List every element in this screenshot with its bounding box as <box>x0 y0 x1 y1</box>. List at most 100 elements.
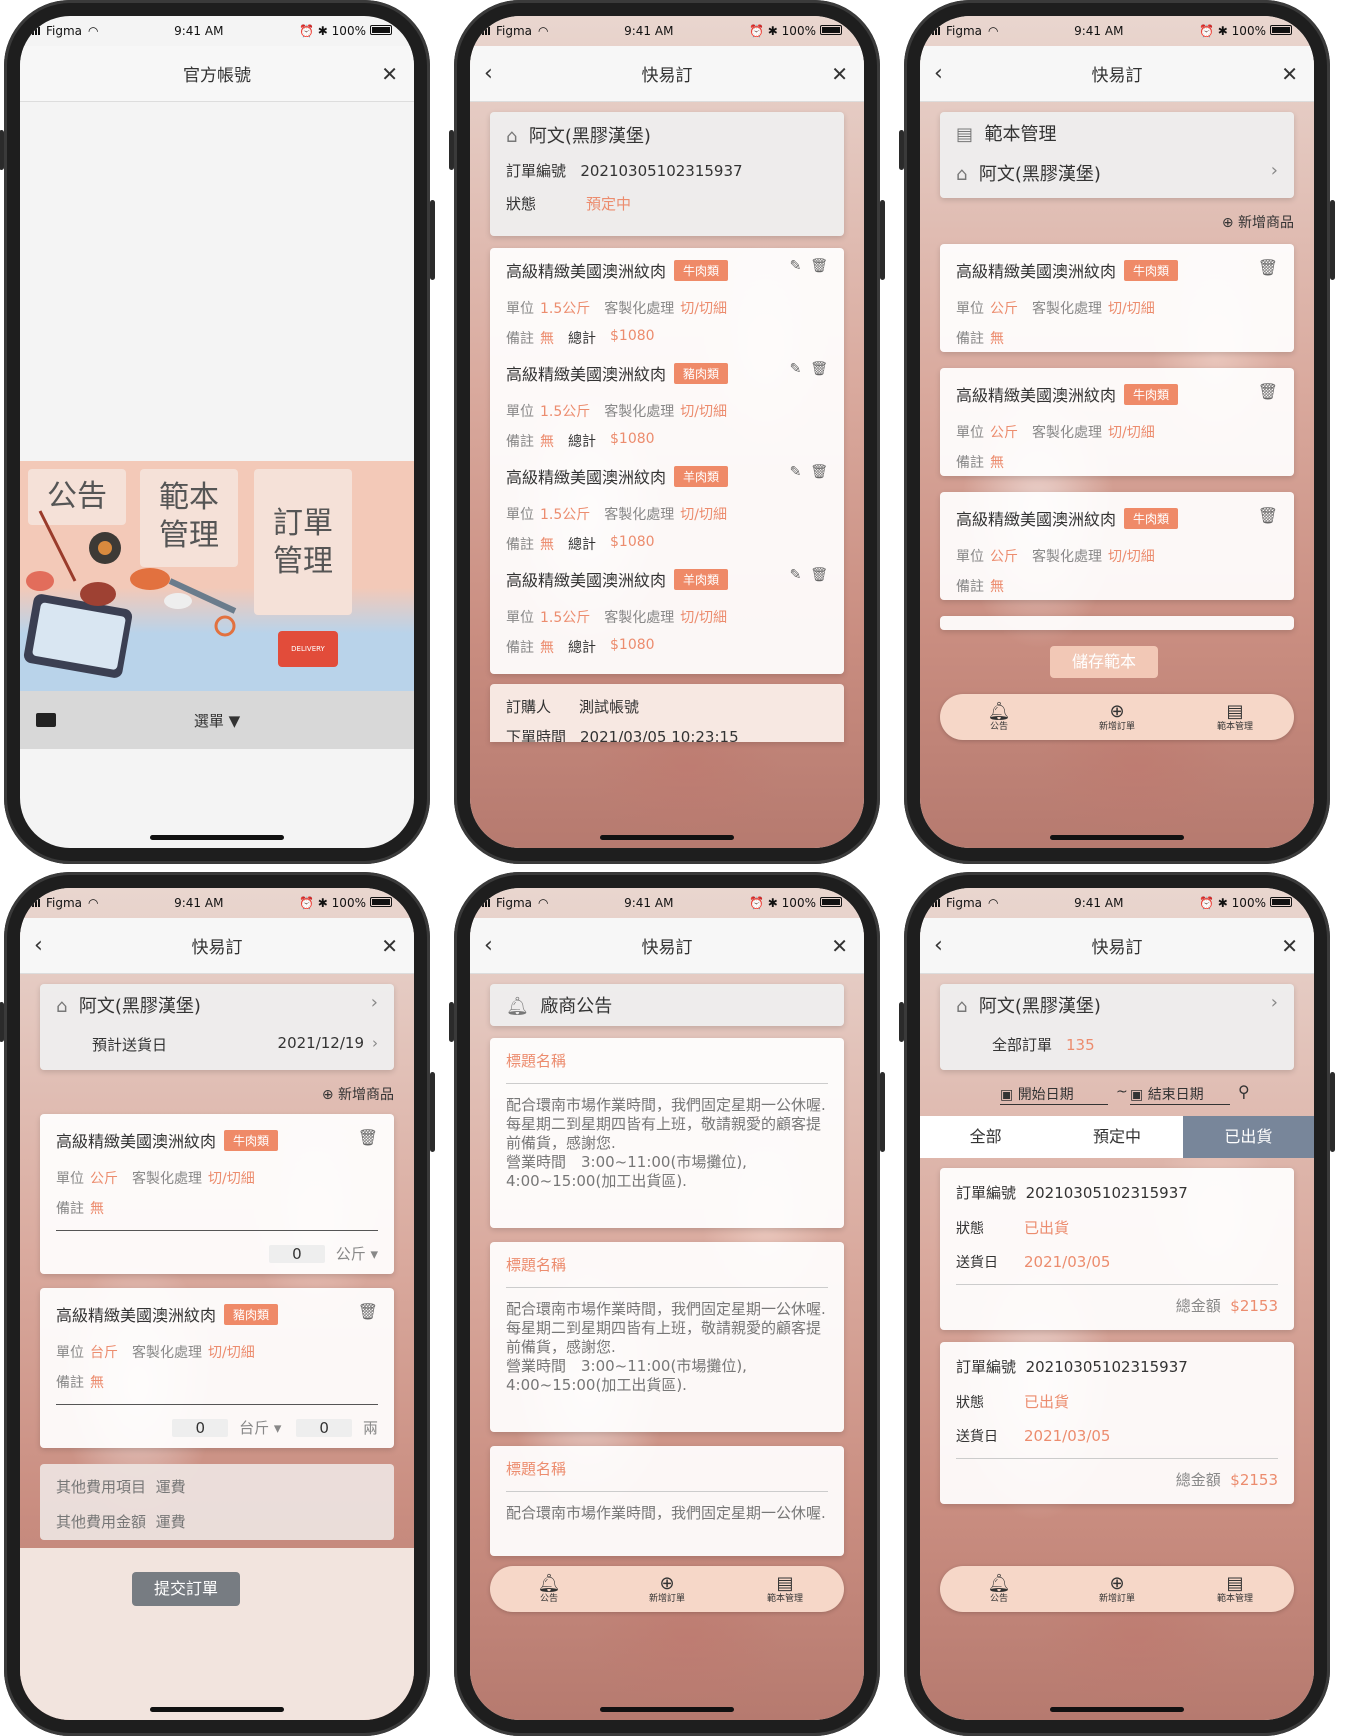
time-value: 2021/03/05 10:23:15 <box>580 728 739 742</box>
total-label: 總計 <box>568 434 596 450</box>
signal-icon <box>32 27 40 35</box>
keyboard-icon[interactable] <box>36 713 56 727</box>
close-icon[interactable]: ✕ <box>831 934 848 958</box>
carrier: Figma <box>496 24 533 38</box>
start-date-input[interactable]: ▣ 開始日期 <box>1000 1084 1108 1105</box>
delivery-label: 預計送貨日 <box>92 1036 168 1054</box>
category-tag: 豬肉類 <box>674 363 729 384</box>
edit-icon[interactable]: ✎ 🗑 <box>790 258 828 274</box>
tab-announcement[interactable]: 🔔︎ 公告 <box>509 1573 589 1605</box>
close-icon[interactable]: ✕ <box>381 62 398 86</box>
quantity-input[interactable]: 0 <box>172 1419 229 1437</box>
edit-icon[interactable]: ✎ 🗑 <box>790 567 828 583</box>
trash-icon[interactable]: 🗑 <box>358 1128 378 1147</box>
trash-icon[interactable]: 🗑 <box>358 1302 378 1321</box>
add-item-button[interactable]: ⊕ 新增商品 <box>322 1084 394 1104</box>
order-item: 高級精緻美國澳洲紋肉 牛肉類 🗑 單位 公斤 客製化處理 切/切細 備註無 0 公斤 ▾ <box>40 1114 394 1274</box>
alarm-icon: ⏰ <box>299 896 314 910</box>
tab-template[interactable]: ▤ 範本管理 <box>1195 701 1275 733</box>
tab-pending[interactable]: 預定中 <box>1051 1116 1182 1158</box>
template-header-card: ▤ 範本管理 ⌂ 阿文(黑膠漢堡) › <box>940 112 1294 198</box>
alarm-icon: ⏰ <box>749 24 764 38</box>
quantity-input-secondary[interactable]: 0 <box>296 1419 353 1437</box>
other-amount-value[interactable]: 運費 <box>156 1513 186 1531</box>
submit-order-button[interactable]: 提交訂單 <box>132 1572 240 1606</box>
store-selector[interactable]: ⌂ 阿文(黑膠漢堡) › <box>956 992 1278 1018</box>
back-icon[interactable]: ‹ <box>934 933 943 958</box>
close-icon[interactable]: ✕ <box>1281 62 1298 86</box>
navbar: ‹ 快易訂 ✕ <box>920 918 1314 974</box>
unit-dropdown[interactable]: 公斤 ▾ <box>336 1245 378 1263</box>
signal-icon <box>932 899 940 907</box>
save-template-label: 儲存範本 <box>1071 652 1136 671</box>
unit-label: 單位 <box>956 549 984 565</box>
add-item-button[interactable]: ⊕ 新增商品 <box>1222 212 1294 232</box>
announcement-post[interactable]: 標題名稱 配合環南市場作業時間，我們固定星期一公休喔. 每星期二到星期四皆有上班… <box>490 1038 844 1228</box>
all-orders-label: 全部訂單 <box>992 1036 1053 1054</box>
tab-new-order[interactable]: ⊕ 新增訂單 <box>1077 1573 1157 1605</box>
order-card[interactable]: 訂單編號 20210305102315937 狀態 已出貨 送貨日 2021/03/… <box>940 1168 1294 1330</box>
tab-announcement[interactable]: 🔔︎ 公告 <box>959 1573 1039 1605</box>
rich-menu: 公告 範本 管理 訂單 管理 DELIVERY <box>20 461 414 691</box>
save-template-button[interactable]: 儲存範本 <box>1050 646 1158 678</box>
navbar: ‹ 快易訂 ✕ <box>470 918 864 974</box>
end-date-input[interactable]: ▣ 結束日期 <box>1130 1084 1230 1105</box>
store-selector[interactable]: ⌂ 阿文(黑膠漢堡) › <box>956 160 1278 186</box>
template-item: 高級精緻美國澳洲紋肉 牛肉類 🗑 單位 公斤 客製化處理 切/切細 備註無 <box>940 244 1294 352</box>
trash-icon[interactable]: 🗑 <box>1258 258 1278 277</box>
trash-icon[interactable]: 🗑 <box>1258 382 1278 401</box>
tab-announcement[interactable]: 🔔︎ 公告 <box>959 701 1039 733</box>
back-icon[interactable]: ‹ <box>34 933 43 958</box>
edit-icon[interactable]: ✎ 🗑 <box>790 464 828 480</box>
proc-label: 客製化處理 <box>604 507 675 523</box>
proc-value: 切/切細 <box>680 404 727 420</box>
order-no: 20210305102315937 <box>1025 1184 1188 1202</box>
order-item: 高級精緻美國澳洲紋肉 羊肉類 ✎ 🗑 單位 1.5公斤 客製化處理 切/切細 備註無總計 $… <box>506 567 828 670</box>
clock: 9:41 AM <box>174 24 224 38</box>
store-selector[interactable]: ⌂ 阿文(黑膠漢堡) › <box>56 992 378 1018</box>
battery-text: 100% <box>331 896 366 910</box>
tab-template[interactable]: ▤ 範本管理 <box>745 1573 825 1605</box>
back-icon[interactable]: ‹ <box>484 61 493 86</box>
calendar-icon: ▣ <box>1130 1087 1144 1103</box>
tab-all[interactable]: 全部 <box>920 1116 1051 1158</box>
screen: Figma ◠ 9:41 AM ⏰ ✱ 100% ‹ 快易訂 ✕ ▤ 範本管理 ⌂… <box>920 16 1314 848</box>
announcement-post[interactable]: 標題名稱 配合環南市場作業時間，我們固定星期一公休喔. 每星期二到星期四皆有上班… <box>490 1242 844 1432</box>
quantity-input[interactable]: 0 <box>268 1245 325 1263</box>
amount-label: 總金額 <box>1175 1297 1221 1315</box>
other-item-value[interactable]: 運費 <box>156 1478 186 1496</box>
order-card[interactable]: 訂單編號 20210305102315937 狀態 已出貨 送貨日 2021/03/… <box>940 1342 1294 1504</box>
other-amount-label: 其他費用金額 <box>56 1513 147 1531</box>
item-name: 高級精緻美國澳洲紋肉 <box>506 262 667 281</box>
add-item-label: 新增商品 <box>338 1087 394 1103</box>
page-title: 快易訂 <box>191 938 243 958</box>
item-name: 高級精緻美國澳洲紋肉 <box>56 1306 217 1325</box>
unit-label: 單位 <box>56 1171 84 1187</box>
close-icon[interactable]: ✕ <box>381 934 398 958</box>
close-icon[interactable]: ✕ <box>831 62 848 86</box>
carrier: Figma <box>496 896 533 910</box>
buyer-label: 訂購人 <box>506 698 552 716</box>
proc-label: 客製化處理 <box>604 404 675 420</box>
tab-shipped[interactable]: 已出貨 <box>1182 1116 1314 1158</box>
announcement-post[interactable]: 標題名稱 配合環南市場作業時間，我們固定星期一公休喔. <box>490 1446 844 1556</box>
menu-toggle[interactable]: 選單 ▼ <box>194 710 240 731</box>
delivery-date-selector[interactable]: 預計送貨日 › 2021/12/19 <box>56 1034 378 1055</box>
unit-label: 單位 <box>56 1345 84 1361</box>
unit-label: 單位 <box>506 404 534 420</box>
order-item: 高級精緻美國澳洲紋肉 豬肉類 ✎ 🗑 單位 1.5公斤 客製化處理 切/切細 備註無總計 $… <box>506 361 828 464</box>
close-icon[interactable]: ✕ <box>1281 934 1298 958</box>
item-name: 高級精緻美國澳洲紋肉 <box>956 262 1117 281</box>
unit-dropdown[interactable]: 台斤 ▾ <box>239 1419 281 1437</box>
search-icon[interactable]: ⚲ <box>1238 1082 1250 1101</box>
back-icon[interactable]: ‹ <box>484 933 493 958</box>
trash-icon[interactable]: 🗑 <box>1258 506 1278 525</box>
tab-new-order[interactable]: ⊕ 新增訂單 <box>1077 701 1157 733</box>
tab-new-order[interactable]: ⊕ 新增訂單 <box>627 1573 707 1605</box>
divider <box>56 1230 378 1231</box>
tab-template[interactable]: ▤ 範本管理 <box>1195 1573 1275 1605</box>
back-icon[interactable]: ‹ <box>934 61 943 86</box>
battery-icon <box>1269 897 1292 907</box>
bell-icon: 🔔︎ <box>987 1572 1011 1594</box>
edit-icon[interactable]: ✎ 🗑 <box>790 361 828 377</box>
